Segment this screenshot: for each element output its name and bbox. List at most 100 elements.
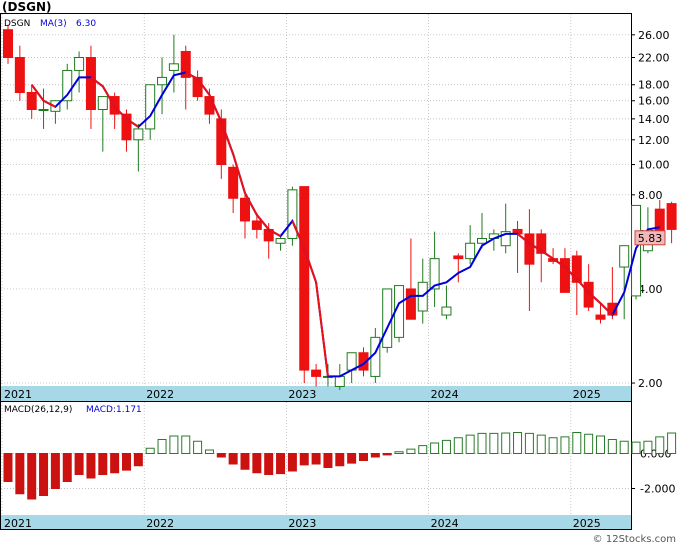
macd-bar-negative — [98, 453, 108, 475]
candle-down — [85, 57, 96, 110]
candle-down — [311, 369, 322, 377]
macd-bar-negative — [3, 453, 13, 482]
price-y-tick-label: 8.00 — [638, 189, 663, 202]
macd-bar-positive — [607, 439, 617, 454]
price-legend-symbol: DSGN — [4, 19, 30, 29]
macd-bar-positive — [406, 448, 416, 454]
macd-bar-negative — [15, 453, 25, 495]
price-y-tick-label: 10.00 — [638, 159, 670, 172]
macd-bar-negative — [347, 453, 357, 464]
macd-bar-positive — [145, 447, 155, 454]
candle-up — [168, 63, 179, 71]
macd-bar-positive — [441, 439, 451, 454]
macd-bar-positive — [548, 437, 558, 454]
macd-bar-positive — [631, 441, 641, 454]
stock-chart: 2021 2022 2023 2024 2025 26.00 22.00 18.00 16.0… — [0, 0, 677, 545]
candle-up — [382, 288, 393, 348]
candle-down — [216, 118, 227, 166]
macd-legend-params: MACD(26,12,9) — [4, 405, 72, 415]
macd-bar-negative — [110, 453, 120, 474]
macd-bar-negative — [370, 453, 380, 458]
macd-y-tick-label: -2.000 — [640, 483, 675, 496]
candle-up — [74, 57, 85, 71]
macd-bar-positive — [643, 440, 653, 454]
macd-bar-positive — [572, 432, 582, 454]
macd-year-label: 2022 — [146, 517, 174, 530]
candle-down — [666, 203, 677, 230]
candle-down — [3, 29, 13, 59]
last-price-label: 5.83 — [638, 232, 663, 245]
macd-year-label: 2021 — [4, 517, 32, 530]
macd-bar-positive — [536, 434, 546, 454]
candle-up — [619, 245, 630, 268]
price-year-label: 2022 — [146, 388, 174, 401]
macd-bar-negative — [27, 453, 37, 500]
price-y-tick-label: 18.00 — [638, 79, 670, 92]
macd-bar-positive — [181, 435, 191, 454]
macd-bar-negative — [311, 453, 321, 465]
macd-bar-positive — [560, 436, 570, 454]
candle-up — [334, 375, 345, 387]
macd-bar-negative — [240, 453, 250, 470]
macd-bar-positive — [394, 451, 404, 454]
macd-year-label: 2023 — [288, 517, 316, 530]
macd-bar-positive — [584, 433, 594, 454]
macd-bar-positive — [524, 432, 534, 454]
candle-down — [299, 186, 310, 371]
candle-up — [287, 189, 298, 239]
price-y-tick-label: 4.00 — [638, 283, 663, 296]
macd-bar-positive — [667, 432, 677, 455]
ticker-title: (DSGN) — [2, 0, 51, 14]
macd-bar-negative — [252, 453, 262, 474]
macd-bar-positive — [204, 449, 214, 454]
macd-bar-positive — [619, 440, 629, 454]
macd-bar-positive — [430, 442, 440, 454]
candle-down — [524, 233, 535, 265]
macd-bar-negative — [74, 453, 84, 475]
macd-bar-positive — [655, 436, 665, 454]
macd-bar-negative — [335, 453, 345, 467]
candle-up — [465, 242, 476, 260]
price-y-tick-label: 2.00 — [638, 377, 663, 390]
candle-up — [133, 128, 144, 141]
price-y-tick-label: 22.00 — [638, 52, 670, 65]
macd-bar-negative — [287, 453, 297, 472]
price-y-tick-label: 14.00 — [638, 113, 670, 126]
macd-bar-positive — [157, 439, 167, 454]
price-legend-ma-value: 6.30 — [76, 19, 96, 29]
macd-bar-positive — [477, 432, 487, 454]
macd-year-label: 2025 — [573, 517, 601, 530]
macd-bar-positive — [501, 432, 511, 454]
candle-up — [275, 237, 286, 244]
macd-bar-negative — [359, 453, 368, 461]
price-legend-ma: MA(3) — [40, 19, 67, 29]
candle-down — [228, 166, 239, 199]
candle-down — [405, 288, 416, 320]
candle-down — [26, 92, 37, 110]
macd-bar-positive — [193, 440, 203, 454]
candle-up — [157, 76, 168, 86]
candle-down — [251, 220, 262, 230]
macd-y-axis: 0.000-2.000 — [631, 448, 675, 496]
macd-bar-negative — [62, 453, 72, 482]
price-year-label: 2024 — [431, 388, 459, 401]
candle-down — [14, 57, 25, 94]
candle-up — [477, 237, 487, 244]
candle-down — [204, 96, 215, 115]
macd-bar-positive — [513, 432, 523, 454]
macd-bar-negative — [264, 453, 274, 475]
candle-down — [595, 314, 606, 320]
macd-bar-positive — [418, 445, 428, 454]
macd-bar-negative — [276, 453, 286, 475]
macd-bar-negative — [382, 453, 392, 456]
macd-bar-negative — [86, 453, 96, 479]
price-y-tick-label: 16.00 — [638, 95, 670, 108]
macd-bar-negative — [39, 453, 49, 496]
macd-bar-positive — [489, 432, 499, 454]
price-year-label: 2025 — [573, 388, 601, 401]
macd-bar-positive — [465, 434, 475, 454]
macd-bar-negative — [299, 453, 309, 466]
watermark: © 12Stocks.com — [593, 534, 676, 545]
macd-bar-positive — [596, 435, 605, 454]
price-year-label: 2023 — [288, 388, 316, 401]
